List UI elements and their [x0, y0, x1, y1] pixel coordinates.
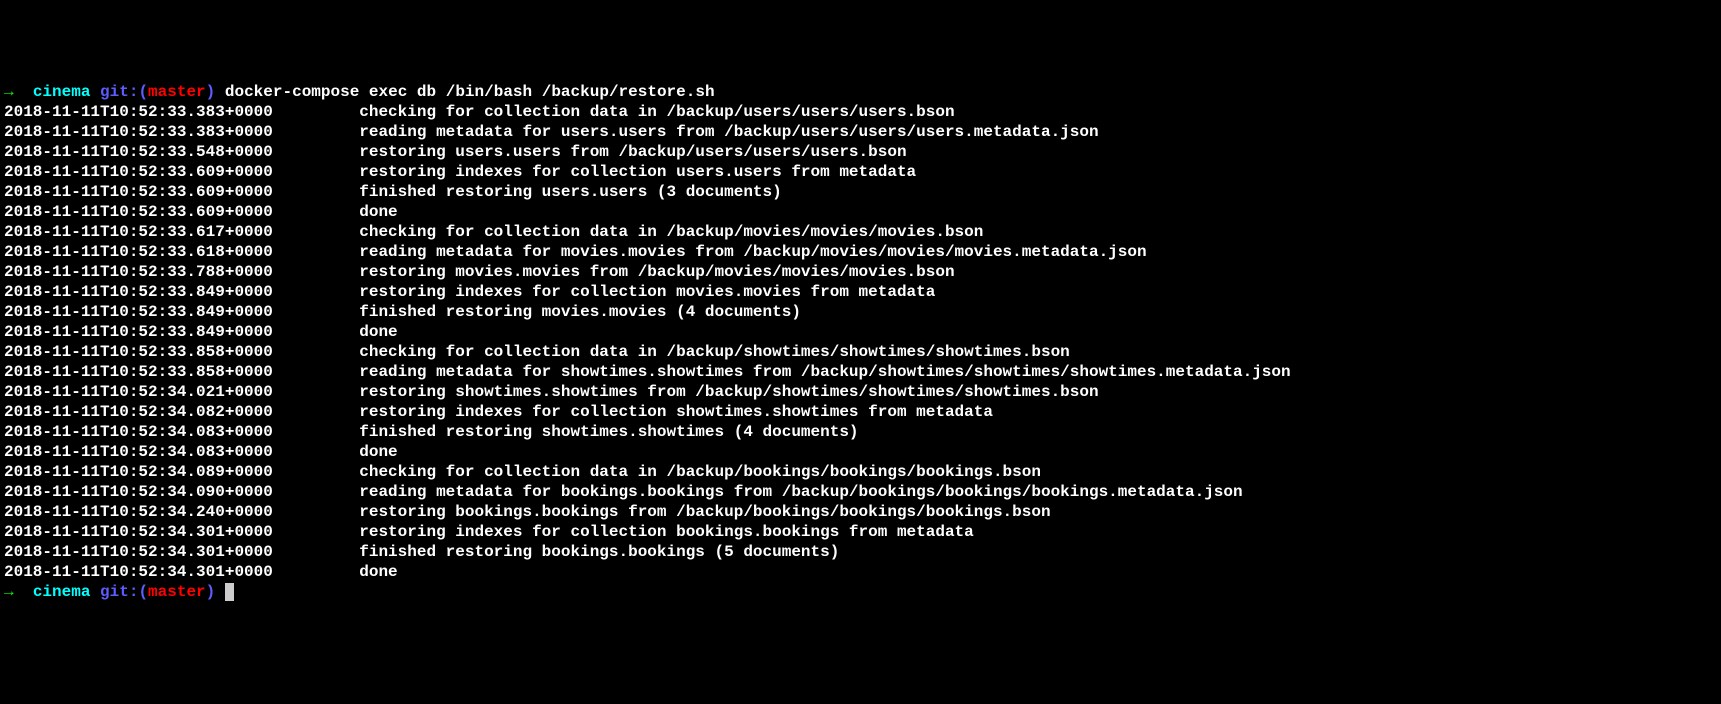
log-timestamp: 2018-11-11T10:52:34.089+0000 — [4, 462, 359, 482]
log-message: finished restoring bookings.bookings (5 … — [359, 543, 839, 561]
log-message: restoring movies.movies from /backup/mov… — [359, 263, 954, 281]
log-timestamp: 2018-11-11T10:52:33.609+0000 — [4, 202, 359, 222]
log-timestamp: 2018-11-11T10:52:34.021+0000 — [4, 382, 359, 402]
git-close: ) — [206, 583, 216, 601]
log-timestamp: 2018-11-11T10:52:34.301+0000 — [4, 562, 359, 582]
log-message: finished restoring showtimes.showtimes (… — [359, 423, 858, 441]
log-line: 2018-11-11T10:52:34.301+0000done — [4, 562, 1717, 582]
log-message: restoring bookings.bookings from /backup… — [359, 503, 1050, 521]
log-line: 2018-11-11T10:52:33.858+0000reading meta… — [4, 362, 1717, 382]
log-message: checking for collection data in /backup/… — [359, 103, 954, 121]
git-close: ) — [206, 83, 216, 101]
log-message: done — [359, 563, 397, 581]
log-message: finished restoring users.users (3 docume… — [359, 183, 781, 201]
log-timestamp: 2018-11-11T10:52:33.858+0000 — [4, 362, 359, 382]
log-message: reading metadata for movies.movies from … — [359, 243, 1146, 261]
log-line: 2018-11-11T10:52:33.618+0000reading meta… — [4, 242, 1717, 262]
log-timestamp: 2018-11-11T10:52:33.383+0000 — [4, 102, 359, 122]
log-line: 2018-11-11T10:52:33.849+0000restoring in… — [4, 282, 1717, 302]
log-timestamp: 2018-11-11T10:52:33.609+0000 — [4, 182, 359, 202]
log-timestamp: 2018-11-11T10:52:33.849+0000 — [4, 302, 359, 322]
log-line: 2018-11-11T10:52:34.083+0000finished res… — [4, 422, 1717, 442]
command-text: docker-compose exec db /bin/bash /backup… — [225, 83, 715, 101]
log-message: done — [359, 203, 397, 221]
log-timestamp: 2018-11-11T10:52:33.383+0000 — [4, 122, 359, 142]
log-timestamp: 2018-11-11T10:52:33.548+0000 — [4, 142, 359, 162]
log-message: done — [359, 323, 397, 341]
log-line: 2018-11-11T10:52:34.082+0000restoring in… — [4, 402, 1717, 422]
log-message: checking for collection data in /backup/… — [359, 223, 983, 241]
log-message: restoring indexes for collection showtim… — [359, 403, 993, 421]
log-line: 2018-11-11T10:52:33.788+0000restoring mo… — [4, 262, 1717, 282]
log-timestamp: 2018-11-11T10:52:34.083+0000 — [4, 422, 359, 442]
log-timestamp: 2018-11-11T10:52:33.849+0000 — [4, 322, 359, 342]
log-line: 2018-11-11T10:52:33.383+0000reading meta… — [4, 122, 1717, 142]
log-line: 2018-11-11T10:52:33.548+0000restoring us… — [4, 142, 1717, 162]
log-output: 2018-11-11T10:52:33.383+0000checking for… — [4, 102, 1717, 582]
log-timestamp: 2018-11-11T10:52:34.301+0000 — [4, 542, 359, 562]
log-message: done — [359, 443, 397, 461]
log-line: 2018-11-11T10:52:33.383+0000checking for… — [4, 102, 1717, 122]
log-line: 2018-11-11T10:52:33.849+0000done — [4, 322, 1717, 342]
log-timestamp: 2018-11-11T10:52:33.849+0000 — [4, 282, 359, 302]
log-line: 2018-11-11T10:52:34.240+0000restoring bo… — [4, 502, 1717, 522]
log-line: 2018-11-11T10:52:34.301+0000finished res… — [4, 542, 1717, 562]
log-message: restoring showtimes.showtimes from /back… — [359, 383, 1098, 401]
log-timestamp: 2018-11-11T10:52:33.609+0000 — [4, 162, 359, 182]
log-message: restoring users.users from /backup/users… — [359, 143, 906, 161]
prompt-line-2: → cinema git:(master) — [4, 582, 1717, 602]
log-timestamp: 2018-11-11T10:52:33.858+0000 — [4, 342, 359, 362]
log-timestamp: 2018-11-11T10:52:34.082+0000 — [4, 402, 359, 422]
log-message: finished restoring movies.movies (4 docu… — [359, 303, 801, 321]
log-timestamp: 2018-11-11T10:52:33.788+0000 — [4, 262, 359, 282]
log-message: restoring indexes for collection movies.… — [359, 283, 935, 301]
log-timestamp: 2018-11-11T10:52:34.240+0000 — [4, 502, 359, 522]
prompt-line-1: → cinema git:(master) docker-compose exe… — [4, 82, 1717, 102]
log-line: 2018-11-11T10:52:34.089+0000checking for… — [4, 462, 1717, 482]
log-line: 2018-11-11T10:52:33.858+0000checking for… — [4, 342, 1717, 362]
prompt-directory: cinema — [33, 583, 91, 601]
log-line: 2018-11-11T10:52:33.609+0000done — [4, 202, 1717, 222]
prompt-directory: cinema — [33, 83, 91, 101]
log-message: checking for collection data in /backup/… — [359, 463, 1041, 481]
log-timestamp: 2018-11-11T10:52:34.083+0000 — [4, 442, 359, 462]
log-timestamp: 2018-11-11T10:52:33.618+0000 — [4, 242, 359, 262]
log-message: reading metadata for showtimes.showtimes… — [359, 363, 1290, 381]
log-timestamp: 2018-11-11T10:52:33.617+0000 — [4, 222, 359, 242]
log-line: 2018-11-11T10:52:34.021+0000restoring sh… — [4, 382, 1717, 402]
log-message: reading metadata for users.users from /b… — [359, 123, 1098, 141]
log-message: restoring indexes for collection users.u… — [359, 163, 916, 181]
prompt-arrow-icon: → — [4, 83, 14, 101]
log-line: 2018-11-11T10:52:34.090+0000reading meta… — [4, 482, 1717, 502]
log-message: restoring indexes for collection booking… — [359, 523, 974, 541]
terminal-cursor-icon[interactable] — [225, 583, 235, 601]
log-line: 2018-11-11T10:52:33.849+0000finished res… — [4, 302, 1717, 322]
prompt-arrow-icon: → — [4, 583, 14, 601]
git-branch: master — [148, 83, 206, 101]
log-message: reading metadata for bookings.bookings f… — [359, 483, 1242, 501]
git-label: git:( — [100, 83, 148, 101]
log-line: 2018-11-11T10:52:33.609+0000finished res… — [4, 182, 1717, 202]
log-line: 2018-11-11T10:52:33.617+0000checking for… — [4, 222, 1717, 242]
log-timestamp: 2018-11-11T10:52:34.090+0000 — [4, 482, 359, 502]
log-line: 2018-11-11T10:52:34.083+0000done — [4, 442, 1717, 462]
git-label: git:( — [100, 583, 148, 601]
log-line: 2018-11-11T10:52:34.301+0000restoring in… — [4, 522, 1717, 542]
log-message: checking for collection data in /backup/… — [359, 343, 1070, 361]
terminal-output[interactable]: → cinema git:(master) docker-compose exe… — [4, 82, 1717, 602]
git-branch: master — [148, 583, 206, 601]
log-timestamp: 2018-11-11T10:52:34.301+0000 — [4, 522, 359, 542]
log-line: 2018-11-11T10:52:33.609+0000restoring in… — [4, 162, 1717, 182]
